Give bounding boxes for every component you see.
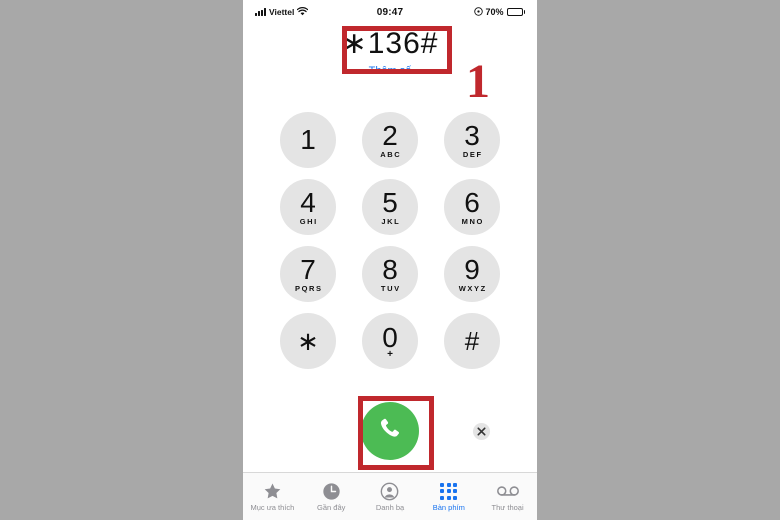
key-letters: ABC [380,149,402,159]
tab-keypad[interactable]: Bàn phím [419,481,478,512]
carrier-label: Viettel [269,7,295,17]
tab-contacts[interactable]: Danh bạ [361,481,420,512]
key-digit: ∗ [297,326,319,356]
key-9[interactable]: 9 WXYZ [444,246,500,302]
alarm-icon [473,6,483,18]
keypad-row-1: 1 2 ABC 3 DEF [280,112,500,168]
clock-icon [322,481,341,501]
keypad-row-4: ∗ 0 + # [280,313,500,369]
tab-label: Danh bạ [375,503,405,512]
key-8[interactable]: 8 TUV [362,246,418,302]
key-digit: 6 [464,186,480,218]
call-action-row [243,398,537,466]
phone-screen: Viettel 09:47 70% ∗136# Thêm số 1 2 ABC … [243,0,537,520]
phone-handset-icon [377,416,403,447]
key-plus: + [387,348,393,360]
key-4[interactable]: 4 GHI [280,179,336,235]
signal-bars-icon [255,8,266,16]
key-digit: 4 [300,186,316,218]
tab-label: Bàn phím [432,503,465,512]
dialed-number[interactable]: ∗136# [243,26,537,62]
key-letters: DEF [462,149,483,159]
key-letters: PQRS [294,283,323,293]
keypad-dots-icon [440,481,458,501]
call-button[interactable] [361,402,419,460]
key-6[interactable]: 6 MNO [444,179,500,235]
key-letters: GHI [299,216,318,226]
delete-button[interactable] [471,422,491,446]
delete-x-icon [472,422,491,446]
key-3[interactable]: 3 DEF [444,112,500,168]
voicemail-icon [496,481,519,501]
key-letters: TUV [380,283,401,293]
key-0[interactable]: 0 + [362,313,418,369]
key-2[interactable]: 2 ABC [362,112,418,168]
tab-recents[interactable]: Gần đây [302,481,361,512]
tab-label: Gần đây [317,503,346,512]
key-letters: WXYZ [458,283,487,293]
annotation-step-number: 1 [466,55,490,108]
key-digit: 3 [464,119,480,151]
key-digit: 0 [382,321,398,353]
key-letters: JKL [381,216,401,226]
add-number-link[interactable]: Thêm số [243,65,537,77]
tab-voicemail[interactable]: Thư thoại [478,481,537,512]
wifi-icon [297,6,309,18]
key-digit: # [464,326,480,356]
keypad-row-3: 7 PQRS 8 TUV 9 WXYZ [280,246,500,302]
tab-favorites[interactable]: Mục ưa thích [243,481,302,512]
dial-keypad: 1 2 ABC 3 DEF 4 GHI 5 JKL 6 MNO 7 PQRS 8… [243,112,537,369]
key-asterisk[interactable]: ∗ [280,313,336,369]
status-bar-left: Viettel [255,6,377,18]
key-digit: 1 [300,124,316,155]
tab-bar: Mục ưa thích Gần đây Danh bạ Bàn phím Th [243,472,537,520]
number-display-area: ∗136# Thêm số [243,26,537,77]
keypad-row-2: 4 GHI 5 JKL 6 MNO [280,179,500,235]
person-circle-icon [380,481,399,501]
status-bar-clock: 09:47 [376,6,404,18]
tab-label: Thư thoại [491,503,524,512]
key-1[interactable]: 1 [280,112,336,168]
key-digit: 5 [382,186,398,218]
star-icon [263,481,282,501]
tab-label: Mục ưa thích [250,503,295,512]
key-5[interactable]: 5 JKL [362,179,418,235]
key-hash[interactable]: # [444,313,500,369]
status-bar: Viettel 09:47 70% [243,0,537,24]
key-7[interactable]: 7 PQRS [280,246,336,302]
key-digit: 9 [464,253,480,285]
battery-percent-label: 70% [485,7,504,17]
key-letters: MNO [461,216,484,226]
battery-icon [506,8,526,16]
key-digit: 7 [300,253,316,285]
key-digit: 2 [382,119,398,151]
status-bar-right: 70% [403,6,526,18]
key-digit: 8 [382,253,398,285]
